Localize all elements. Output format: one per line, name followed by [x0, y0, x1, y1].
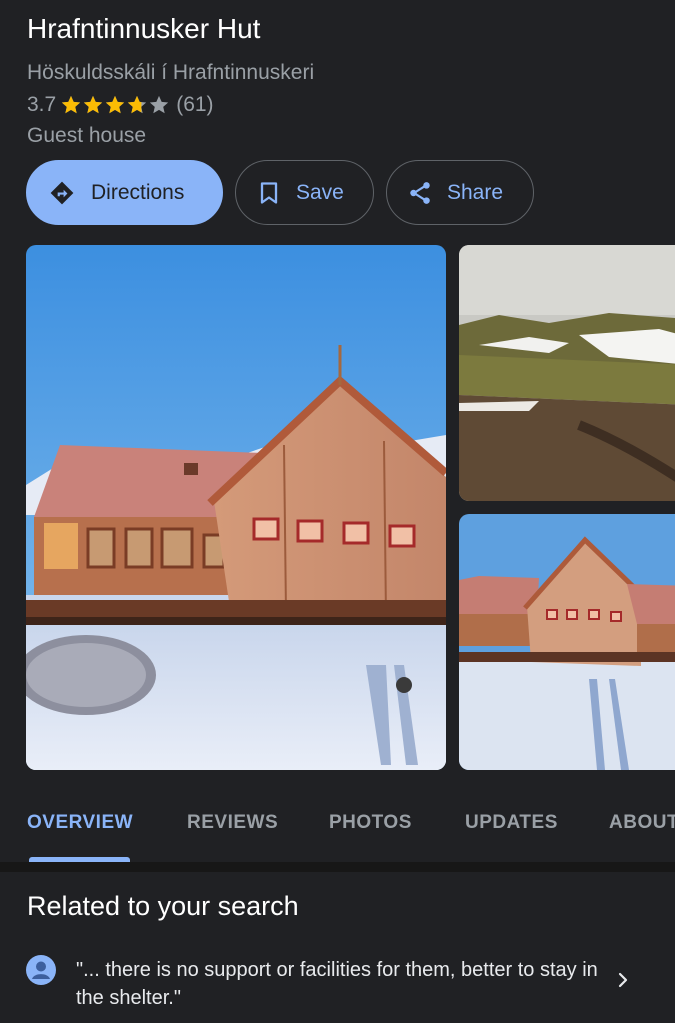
rating-value: 3.7: [27, 93, 57, 116]
related-quote-text: "... there is no support or facilities f…: [76, 959, 598, 1009]
star-icon: [106, 95, 125, 114]
user-avatar-icon: [26, 955, 56, 985]
directions-button[interactable]: Directions: [26, 160, 223, 225]
tab-updates[interactable]: UPDATES: [465, 812, 558, 834]
directions-label: Directions: [91, 180, 185, 204]
photo-main[interactable]: [26, 245, 446, 770]
share-icon: [407, 180, 433, 206]
tab-photos[interactable]: PHOTOS: [329, 812, 412, 834]
place-category: Guest house: [27, 124, 147, 147]
tab-overview[interactable]: OVERVIEW: [27, 812, 133, 834]
photo-gallery: [26, 245, 675, 770]
save-button[interactable]: Save: [235, 160, 374, 225]
tab-reviews[interactable]: REVIEWS: [187, 812, 278, 834]
star-icon: [84, 95, 103, 114]
place-details-panel: Hrafntinnusker Hut Höskuldsskáli í Hrafn…: [0, 0, 675, 1023]
photo-landscape[interactable]: [459, 245, 675, 501]
related-review-snippet[interactable]: "... there is no support or facilities f…: [0, 945, 675, 1015]
place-title: Hrafntinnusker Hut: [27, 13, 261, 44]
save-label: Save: [296, 180, 344, 204]
place-local-name: Höskuldsskáli í Hrafntinnuskeri: [27, 61, 315, 84]
star-icon: [150, 95, 169, 114]
share-label: Share: [447, 180, 504, 204]
review-count[interactable]: (61): [176, 93, 213, 117]
related-section-title: Related to your search: [27, 891, 299, 921]
directions-icon: [49, 180, 75, 206]
rating-stars: [60, 94, 170, 116]
chevron-right-icon[interactable]: [614, 971, 632, 989]
star-icon: [128, 95, 147, 114]
photo-hut-side[interactable]: [459, 514, 675, 770]
bookmark-icon: [258, 181, 280, 205]
tab-bar: OVERVIEW REVIEWS PHOTOS UPDATES ABOUT: [0, 800, 675, 862]
share-button[interactable]: Share: [386, 160, 534, 225]
action-buttons: Directions Save Share: [26, 160, 534, 225]
star-icon: [62, 95, 81, 114]
section-divider: [0, 862, 675, 872]
rating-row[interactable]: 3.7 (61): [27, 91, 214, 119]
tab-about[interactable]: ABOUT: [609, 812, 675, 834]
